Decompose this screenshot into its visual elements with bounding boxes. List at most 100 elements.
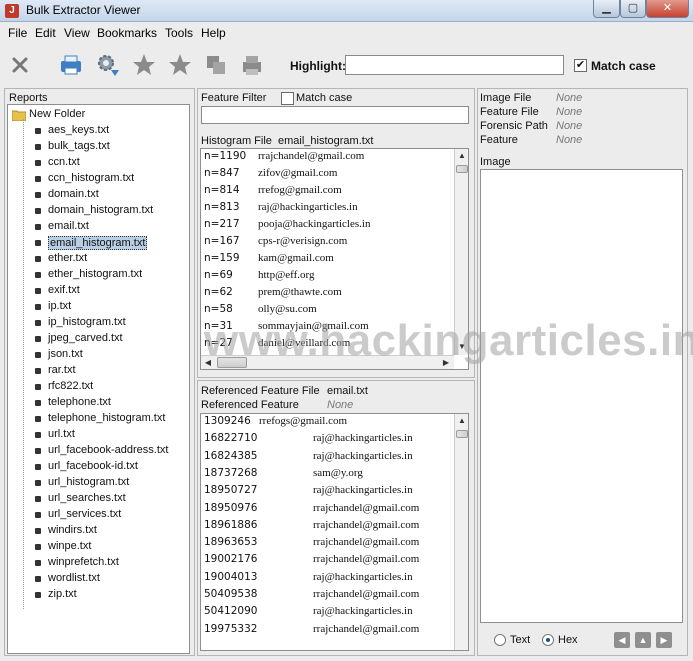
horizontal-scroll-thumb[interactable] (217, 357, 247, 368)
histogram-row[interactable]: n=847 zifov@gmail.com (201, 167, 453, 184)
scroll-left-icon[interactable]: ◀ (201, 356, 215, 369)
histogram-vertical-scrollbar[interactable]: ▲ ▼ (454, 149, 468, 355)
histogram-row[interactable]: n=159 kam@gmail.com (201, 252, 453, 269)
settings-gear-icon[interactable] (95, 52, 121, 78)
histogram-horizontal-scrollbar[interactable]: ◀ ▶ (201, 355, 454, 369)
menu-tools[interactable]: Tools (165, 26, 193, 40)
bookmark-star-gray-icon[interactable] (131, 52, 157, 78)
referenced-row[interactable]: 18961886 rrajchandel@gmail.com (201, 519, 453, 536)
tree-item[interactable]: telephone_histogram.txt (8, 411, 188, 427)
close-window-button[interactable]: ✕ (646, 0, 689, 18)
scroll-thumb[interactable] (456, 165, 468, 173)
tree-item[interactable]: url_facebook-address.txt (8, 443, 188, 459)
tree-item[interactable]: windirs.txt (8, 523, 188, 539)
referenced-row[interactable]: 16824385 raj@hackingarticles.in (201, 450, 453, 467)
tree-item[interactable]: winpe.txt (8, 539, 188, 555)
menu-bookmarks[interactable]: Bookmarks (97, 26, 157, 40)
tree-item[interactable]: aes_keys.txt (8, 123, 188, 139)
referenced-row[interactable]: 19002176 rrajchandel@gmail.com (201, 553, 453, 570)
scroll-thumb[interactable] (456, 430, 468, 438)
highlight-input[interactable] (345, 55, 564, 75)
histogram-row[interactable]: n=62 prem@thawte.com (201, 286, 453, 303)
referenced-row[interactable]: 1309246 rrefogs@gmail.com (201, 415, 453, 432)
copy-icon[interactable] (203, 52, 229, 78)
tree-item[interactable]: json.txt (8, 347, 188, 363)
histogram-row[interactable]: n=814 rrefog@gmail.com (201, 184, 453, 201)
tree-item[interactable]: url_facebook-id.txt (8, 459, 188, 475)
tree-item[interactable]: url.txt (8, 427, 188, 443)
tree-item[interactable]: bulk_tags.txt (8, 139, 188, 155)
tree-item[interactable]: zip.txt (8, 587, 188, 603)
match-case-checkbox[interactable]: ✔ (574, 59, 587, 72)
hex-mode-radio[interactable] (542, 634, 554, 646)
tree-item[interactable]: ether_histogram.txt (8, 267, 188, 283)
referenced-row[interactable]: 18963653 rrajchandel@gmail.com (201, 536, 453, 553)
file-leaf-icon (35, 464, 41, 470)
tree-item[interactable]: exif.txt (8, 283, 188, 299)
feature-filter-input[interactable] (201, 106, 469, 124)
referenced-row[interactable]: 19975332 rrajchandel@gmail.com (201, 623, 453, 640)
tree-item[interactable]: rfc822.txt (8, 379, 188, 395)
previous-arrow-icon[interactable]: ◀ (614, 632, 630, 648)
menu-help[interactable]: Help (201, 26, 226, 40)
histogram-row[interactable]: n=813 raj@hackingarticles.in (201, 201, 453, 218)
printer-icon[interactable] (58, 52, 84, 78)
close-report-icon[interactable] (7, 52, 33, 78)
tree-item[interactable]: domain.txt (8, 187, 188, 203)
tree-item[interactable]: ccn.txt (8, 155, 188, 171)
scroll-right-icon[interactable]: ▶ (439, 356, 453, 369)
referenced-row[interactable]: 16822710 raj@hackingarticles.in (201, 432, 453, 449)
histogram-row[interactable]: n=1190 rrajchandel@gmail.com (201, 150, 453, 167)
scroll-down-icon[interactable]: ▼ (455, 340, 468, 354)
tree-item[interactable]: rar.txt (8, 363, 188, 379)
image-view[interactable] (480, 169, 683, 623)
menu-file[interactable]: File (8, 26, 27, 40)
tree-item[interactable]: jpeg_carved.txt (8, 331, 188, 347)
tree-item[interactable]: winprefetch.txt (8, 555, 188, 571)
referenced-file-label: Referenced Feature File (201, 385, 320, 397)
referenced-vertical-scrollbar[interactable]: ▲ (454, 414, 468, 650)
referenced-row[interactable]: 18950727 raj@hackingarticles.in (201, 484, 453, 501)
tree-item[interactable]: email_histogram.txt (8, 235, 188, 251)
tree-item[interactable]: ccn_histogram.txt (8, 171, 188, 187)
tree-item[interactable]: email.txt (8, 219, 188, 235)
histogram-row[interactable]: n=27 daniel@veillard.com (201, 337, 453, 354)
maximize-button[interactable]: ▢ (620, 0, 646, 18)
referenced-row[interactable]: 18950976 rrajchandel@gmail.com (201, 502, 453, 519)
tree-item[interactable]: telephone.txt (8, 395, 188, 411)
menu-view[interactable]: View (64, 26, 90, 40)
histogram-row[interactable]: n=217 pooja@hackingarticles.in (201, 218, 453, 235)
referenced-row[interactable]: 18737268 sam@y.org (201, 467, 453, 484)
bookmark-star-icon[interactable] (167, 52, 193, 78)
minimize-button[interactable]: ▁ (593, 0, 620, 18)
file-leaf-icon (35, 480, 41, 486)
histogram-row[interactable]: n=31 sommayjain@gmail.com (201, 320, 453, 337)
next-arrow-icon[interactable]: ▶ (656, 632, 672, 648)
print-icon[interactable] (239, 52, 265, 78)
home-icon[interactable]: ▲ (635, 632, 651, 648)
histogram-row[interactable]: n=69 http@eff.org (201, 269, 453, 286)
tree-item[interactable]: domain_histogram.txt (8, 203, 188, 219)
histogram-row[interactable]: n=58 olly@su.com (201, 303, 453, 320)
histogram-list[interactable]: ▲ ▼ ◀ ▶ n=1190 rrajchandel@gmail.com n=847… (200, 148, 469, 370)
tree-item[interactable]: ip_histogram.txt (8, 315, 188, 331)
filter-match-case-checkbox[interactable] (281, 92, 294, 105)
reports-tree[interactable]: New Folder aes_keys.txt bulk_tags.txt ccn.… (7, 104, 190, 654)
tree-item[interactable]: url_histogram.txt (8, 475, 188, 491)
tree-item[interactable]: ether.txt (8, 251, 188, 267)
referenced-row[interactable]: 50412090 raj@hackingarticles.in (201, 605, 453, 622)
scroll-up-icon[interactable]: ▲ (455, 149, 468, 163)
tree-item[interactable]: ip.txt (8, 299, 188, 315)
file-leaf-icon (35, 432, 41, 438)
histogram-row[interactable]: n=167 cps-r@verisign.com (201, 235, 453, 252)
tree-item[interactable]: url_searches.txt (8, 491, 188, 507)
referenced-row[interactable]: 19004013 raj@hackingarticles.in (201, 571, 453, 588)
text-mode-radio[interactable] (494, 634, 506, 646)
tree-folder[interactable]: New Folder (8, 107, 188, 123)
menu-edit[interactable]: Edit (35, 26, 56, 40)
referenced-row[interactable]: 50409538 rrajchandel@gmail.com (201, 588, 453, 605)
scroll-up-icon[interactable]: ▲ (455, 414, 468, 428)
tree-item[interactable]: url_services.txt (8, 507, 188, 523)
referenced-list[interactable]: ▲ 1309246 rrefogs@gmail.com 16822710 raj@ha… (200, 413, 469, 651)
tree-item[interactable]: wordlist.txt (8, 571, 188, 587)
